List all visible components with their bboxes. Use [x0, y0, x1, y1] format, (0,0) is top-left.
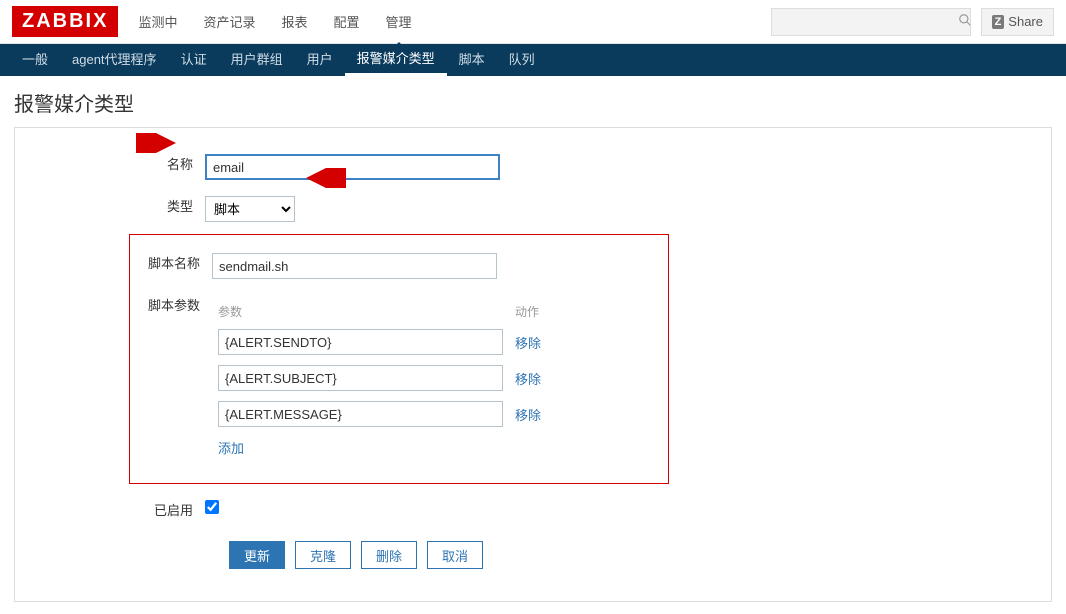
form-card: 名称 类型 脚本 脚本名称: [14, 127, 1052, 602]
params-table: 参数 动作 移除 移除: [212, 299, 559, 463]
share-label: Share: [1008, 14, 1043, 29]
page-title: 报警媒介类型: [14, 88, 1052, 117]
param-input-1[interactable]: [218, 365, 503, 391]
script-form: 脚本名称 脚本参数 参数 动作: [136, 245, 565, 471]
remove-link[interactable]: 移除: [515, 336, 541, 351]
logo: ZABBIX: [12, 6, 118, 37]
params-header-row: 参数 动作: [212, 299, 559, 324]
topnav-item-monitor[interactable]: 监测中: [136, 2, 179, 41]
add-row: 添加: [212, 432, 559, 463]
subnav-item-mediatypes[interactable]: 报警媒介类型: [345, 44, 447, 76]
search-input[interactable]: [782, 14, 958, 29]
subnav-item-auth[interactable]: 认证: [169, 44, 219, 76]
subnav-item-users[interactable]: 用户: [295, 44, 345, 76]
top-right: Z Share: [771, 8, 1054, 36]
enabled-label: 已启用: [29, 492, 199, 527]
search-box[interactable]: [771, 8, 971, 36]
subnav-item-queue[interactable]: 队列: [497, 44, 547, 76]
add-link[interactable]: 添加: [218, 441, 244, 456]
enabled-row: 已启用: [29, 492, 225, 527]
name-label: 名称: [29, 146, 199, 188]
type-select[interactable]: 脚本: [205, 196, 295, 222]
script-config-block: 脚本名称 脚本参数 参数 动作: [129, 234, 669, 484]
topnav-item-admin[interactable]: 管理: [384, 2, 414, 41]
topnav-item-reports[interactable]: 报表: [279, 2, 309, 41]
subnav-item-proxies[interactable]: agent代理程序: [60, 44, 169, 76]
param-input-0[interactable]: [218, 329, 503, 355]
remove-link[interactable]: 移除: [515, 408, 541, 423]
button-row: 更新 克隆 删除 取消: [29, 541, 1037, 569]
enabled-checkbox[interactable]: [205, 500, 219, 514]
param-row: 移除: [212, 360, 559, 396]
param-row: 移除: [212, 396, 559, 432]
clone-button[interactable]: 克隆: [295, 541, 351, 569]
subnav-item-general[interactable]: 一般: [10, 44, 60, 76]
page: 报警媒介类型 名称 类型 脚本: [0, 76, 1066, 614]
subnav-item-usergroups[interactable]: 用户群组: [219, 44, 295, 76]
remove-link[interactable]: 移除: [515, 372, 541, 387]
delete-button[interactable]: 删除: [361, 541, 417, 569]
top-nav: 监测中 资产记录 报表 配置 管理: [136, 2, 413, 41]
top-bar: ZABBIX 监测中 资产记录 报表 配置 管理 Z Share: [0, 0, 1066, 44]
share-z-icon: Z: [992, 15, 1005, 29]
param-row: 移除: [212, 324, 559, 360]
param-input-2[interactable]: [218, 401, 503, 427]
params-header-param: 参数: [212, 299, 509, 324]
topnav-item-inventory[interactable]: 资产记录: [201, 2, 257, 41]
topnav-item-config[interactable]: 配置: [332, 2, 362, 41]
form-table: 名称 类型 脚本: [29, 146, 506, 230]
update-button[interactable]: 更新: [229, 541, 285, 569]
script-name-input[interactable]: [212, 253, 497, 279]
cancel-button[interactable]: 取消: [427, 541, 483, 569]
sub-nav: 一般 agent代理程序 认证 用户群组 用户 报警媒介类型 脚本 队列: [0, 44, 1066, 76]
params-header-action: 动作: [509, 299, 559, 324]
script-params-label: 脚本参数: [136, 287, 206, 471]
type-label: 类型: [29, 188, 199, 230]
script-name-label: 脚本名称: [136, 245, 206, 287]
subnav-item-scripts[interactable]: 脚本: [447, 44, 497, 76]
name-input[interactable]: [205, 154, 500, 180]
share-button[interactable]: Z Share: [981, 8, 1054, 36]
search-icon[interactable]: [958, 13, 972, 30]
